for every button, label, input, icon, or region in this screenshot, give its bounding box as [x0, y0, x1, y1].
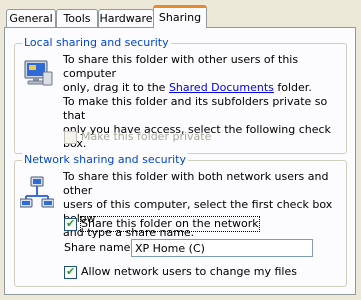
checkmark-icon: ✔	[66, 265, 76, 278]
tab-sharing[interactable]: Sharing	[153, 5, 207, 28]
make-private-label[interactable]: Make this folder private	[81, 130, 211, 144]
share-name-input[interactable]	[131, 239, 313, 257]
local-para1-line2: only, drag it to the Shared Documents fo…	[63, 81, 312, 94]
make-private-checkbox[interactable]	[64, 131, 77, 144]
local-sharing-legend: Local sharing and security	[22, 36, 171, 49]
allow-change-label[interactable]: Allow network users to change my files	[81, 265, 297, 279]
allow-change-checkbox[interactable]: ✔	[64, 265, 77, 279]
sharing-panel: Local sharing and security To share this…	[4, 27, 356, 295]
local-para1-line1: To share this folder with other users of…	[63, 53, 299, 80]
checkmark-icon: ✔	[66, 217, 76, 230]
network-sharing-legend: Network sharing and security	[22, 153, 189, 166]
network-para-line1: To share this folder with both network u…	[63, 170, 329, 197]
shared-documents-link[interactable]: Shared Documents	[169, 81, 274, 94]
computer-folder-icon	[22, 58, 54, 90]
tab-hardware[interactable]: Hardware	[98, 9, 154, 27]
local-para2-line1: To make this folder and its subfolders p…	[63, 95, 328, 122]
network-sharing-group: Network sharing and security To share th…	[14, 153, 347, 287]
share-name-label: Share name:	[64, 241, 135, 254]
local-sharing-description: To share this folder with other users of…	[63, 53, 345, 95]
local-sharing-group: Local sharing and security To share this…	[14, 36, 347, 154]
network-icon	[19, 176, 55, 208]
share-folder-label[interactable]: Share this folder on the network	[80, 216, 260, 232]
tab-general[interactable]: General	[6, 9, 56, 27]
share-folder-checkbox[interactable]: ✔	[64, 217, 77, 231]
tab-tools[interactable]: Tools	[56, 9, 98, 27]
